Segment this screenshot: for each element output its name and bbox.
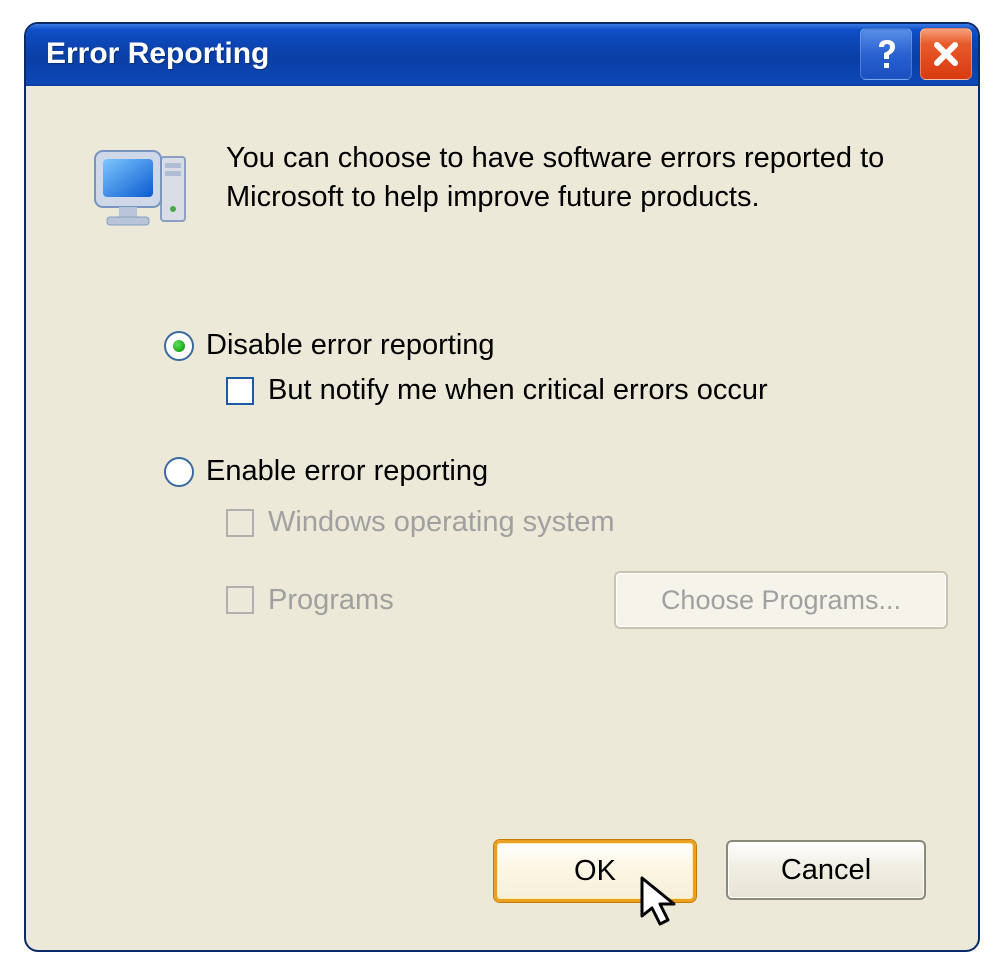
checkbox-icon xyxy=(226,377,254,405)
radio-icon xyxy=(164,331,194,361)
help-button[interactable] xyxy=(860,28,912,80)
radio-disable-error-reporting[interactable]: Disable error reporting xyxy=(164,329,968,362)
radio-enable-label: Enable error reporting xyxy=(206,455,488,488)
ok-button[interactable]: OK xyxy=(494,840,696,902)
intro-row: You can choose to have software errors r… xyxy=(36,94,968,249)
checkbox-icon xyxy=(226,586,254,614)
checkbox-programs-label: Programs xyxy=(268,584,394,617)
close-button[interactable] xyxy=(920,28,972,80)
titlebar[interactable]: Error Reporting xyxy=(26,24,978,86)
programs-row: Programs Choose Programs... xyxy=(226,571,968,629)
checkbox-os-label: Windows operating system xyxy=(268,506,615,539)
close-icon xyxy=(931,39,961,69)
titlebar-buttons xyxy=(860,28,972,80)
error-reporting-dialog: Error Reporting xyxy=(24,22,980,952)
checkbox-notify-critical[interactable]: But notify me when critical errors occur xyxy=(226,374,968,407)
help-icon xyxy=(871,37,901,71)
window-title: Error Reporting xyxy=(46,37,860,71)
computer-icon xyxy=(84,139,204,249)
cancel-button[interactable]: Cancel xyxy=(726,840,926,900)
choose-programs-button: Choose Programs... xyxy=(614,571,948,629)
checkbox-notify-label: But notify me when critical errors occur xyxy=(268,374,768,407)
dialog-body: You can choose to have software errors r… xyxy=(36,94,968,940)
dialog-buttons: OK Cancel xyxy=(494,840,926,902)
radio-disable-label: Disable error reporting xyxy=(206,329,495,362)
radio-icon xyxy=(164,457,194,487)
intro-text: You can choose to have software errors r… xyxy=(226,139,920,217)
radio-enable-error-reporting[interactable]: Enable error reporting xyxy=(164,455,968,488)
checkbox-icon xyxy=(226,509,254,537)
checkbox-windows-os: Windows operating system xyxy=(226,506,968,539)
options-group: Disable error reporting But notify me wh… xyxy=(36,329,968,629)
